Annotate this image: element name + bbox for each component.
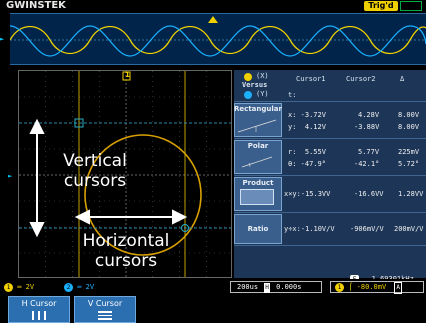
softkey-bar: H Cursor V Cursor xyxy=(0,296,426,323)
trigger-position-label: 1 xyxy=(125,71,130,79)
v-cursor-softkey[interactable]: V Cursor xyxy=(74,296,136,323)
rectangular-icon xyxy=(237,119,277,133)
panel-divider xyxy=(234,212,426,213)
x-source-badge xyxy=(244,73,252,81)
col-header-cursor1: Cursor1 xyxy=(296,75,326,83)
acquisition-mode-icon xyxy=(400,1,422,11)
trigger-source-badge: 1 xyxy=(335,283,344,292)
ch1-scale[interactable]: 1 ═ 2V xyxy=(4,282,34,292)
overview-ch2-marker: ► xyxy=(0,35,5,43)
time-label: t: xyxy=(288,91,297,99)
xy-mode-header: (X) Versus (Y) xyxy=(234,71,282,99)
scope-graticule: 1 Vertical cursors Horizontal cursors xyxy=(18,70,232,278)
vertical-cursors-caption: Vertical cursors xyxy=(63,151,127,191)
panel-divider xyxy=(234,101,426,102)
waveform-overview xyxy=(10,13,426,65)
timebase-box[interactable]: 200us H 0.000s xyxy=(230,281,322,293)
panel-divider xyxy=(234,245,426,246)
status-bar: 1 ═ 2V 2 ═ 2V 200us H 0.000s 1 ⌠ -80.0mV… xyxy=(0,279,426,295)
product-area-icon xyxy=(240,189,274,205)
col-header-cursor2: Cursor2 xyxy=(346,75,376,83)
ch1-badge: 1 xyxy=(4,283,13,292)
ch1-ground-marker: ► xyxy=(8,172,13,180)
col-header-delta: Δ xyxy=(400,75,405,83)
y-source-badge xyxy=(244,91,252,99)
top-bar: GWINSTEK Trig'd xyxy=(0,0,426,12)
h-cursor-softkey[interactable]: H Cursor xyxy=(8,296,70,323)
ch1-coupling-icon: ═ xyxy=(17,283,22,291)
trigger-coupling: A xyxy=(394,282,403,294)
horizontal-position-icon: H xyxy=(264,283,270,293)
trigger-status-badge: Trig'd xyxy=(364,1,398,11)
overview-waveforms xyxy=(10,16,426,57)
cursor-measurement-panel: (X) Versus (Y) Cursor1 Cursor2 Δ t: Rect… xyxy=(234,70,426,284)
polar-icon xyxy=(241,156,273,168)
vertical-bars-icon xyxy=(32,311,46,320)
trigger-slope-icon: ⌠ xyxy=(348,283,353,291)
trigger-box[interactable]: 1 ⌠ -80.0mV A xyxy=(330,281,424,294)
ch2-badge: 2 xyxy=(64,283,73,292)
ch2-coupling-icon: ═ xyxy=(77,283,82,291)
frequency-readout: F 1.69301kHz xyxy=(350,266,414,284)
brand-logo: GWINSTEK xyxy=(6,0,66,11)
horizontal-bars-icon xyxy=(98,311,112,320)
panel-divider xyxy=(234,138,426,139)
ch2-scale[interactable]: 2 ═ 2V xyxy=(64,282,94,292)
horizontal-cursors-caption: Horizontal cursors xyxy=(82,231,170,271)
overview-ch2-trace xyxy=(10,25,426,57)
panel-divider xyxy=(234,175,426,176)
